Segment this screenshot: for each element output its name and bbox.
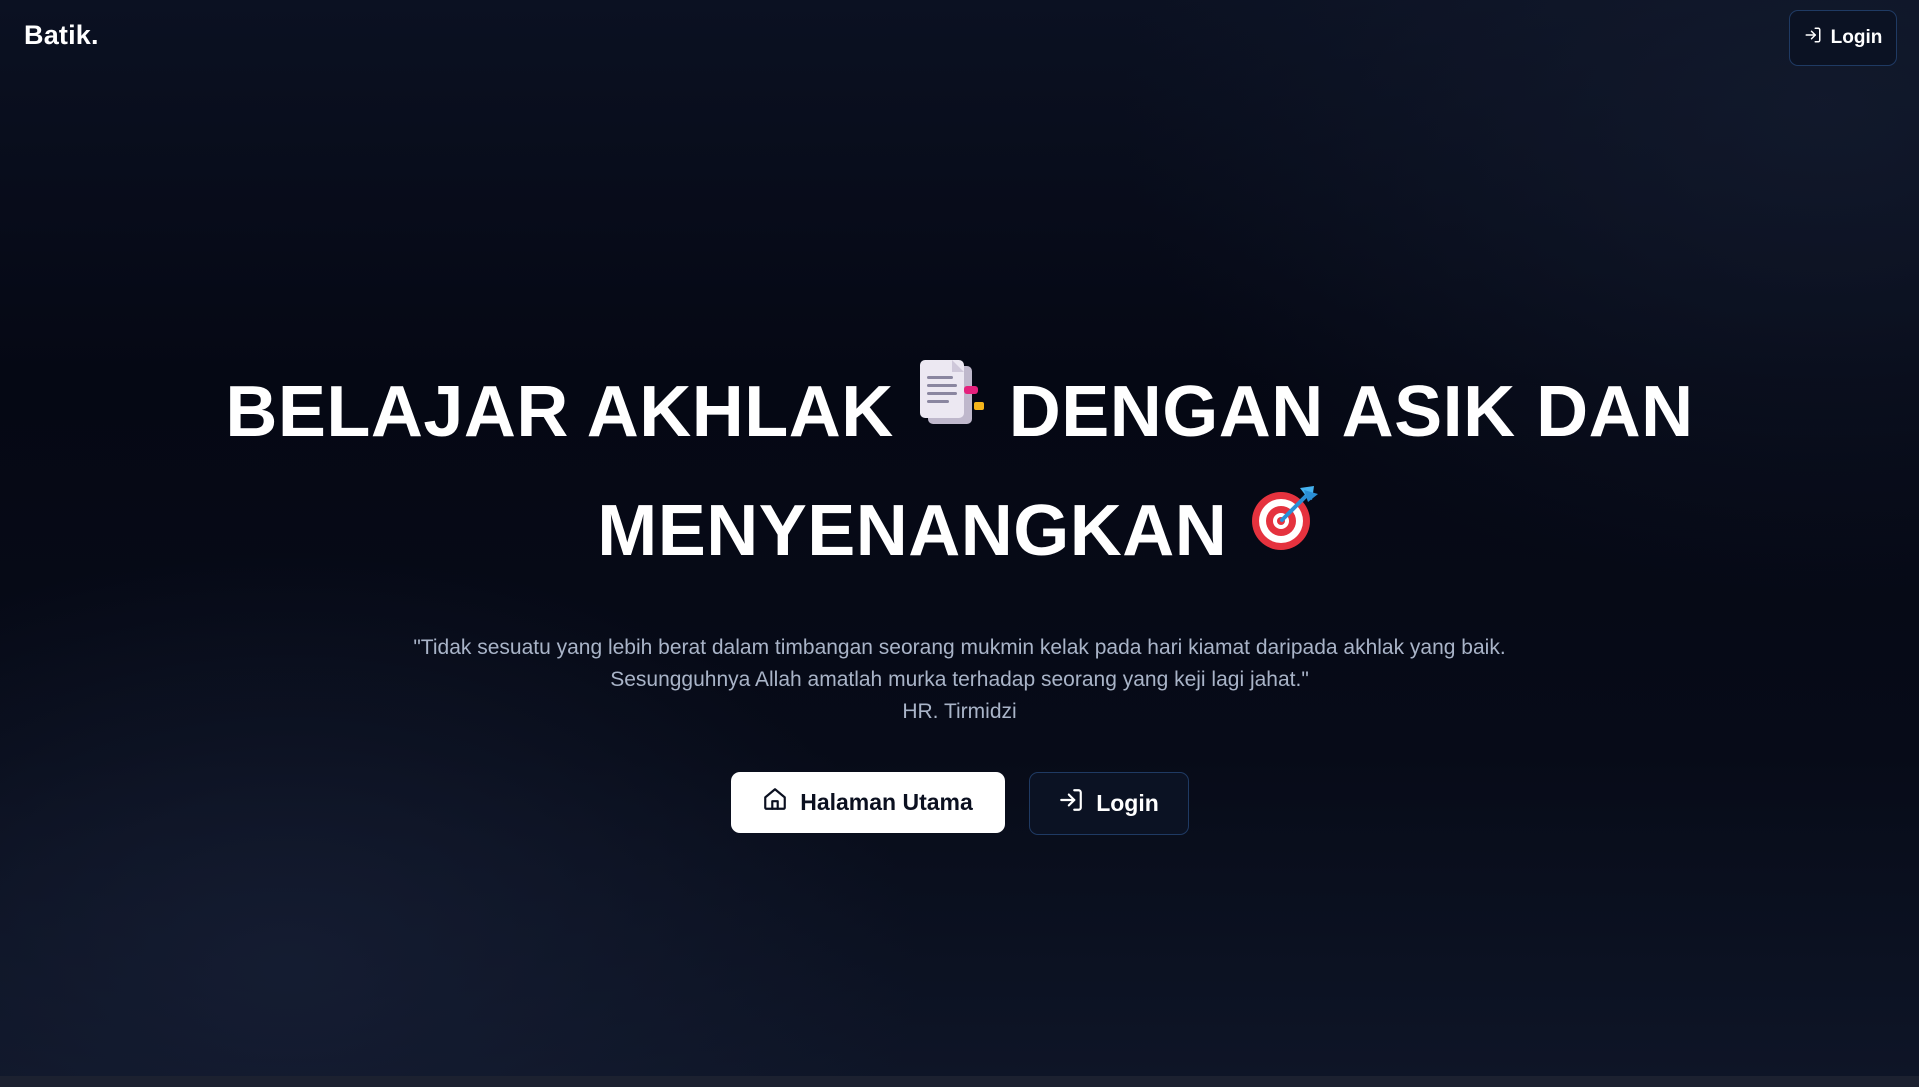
hero-login-button[interactable]: Login bbox=[1028, 771, 1189, 835]
quote-text: "Tidak sesuatu yang lebih berat dalam ti… bbox=[413, 635, 1506, 691]
quote-source: HR. Tirmidzi bbox=[902, 699, 1017, 723]
login-arrow-icon bbox=[1804, 26, 1822, 50]
home-button[interactable]: Halaman Utama bbox=[730, 771, 1005, 833]
hadith-quote: "Tidak sesuatu yang lebih berat dalam ti… bbox=[390, 632, 1530, 728]
nav-login-label: Login bbox=[1830, 27, 1883, 48]
brand-logo[interactable]: Batik. bbox=[24, 20, 99, 51]
home-button-label: Halaman Utama bbox=[800, 788, 973, 815]
login-arrow-icon bbox=[1058, 787, 1084, 819]
headline-part-1: BELAJAR AKHLAK bbox=[225, 372, 894, 452]
hero-actions: Halaman Utama Login bbox=[0, 771, 1919, 835]
hero-headline: BELAJAR AKHLAK DENGAN ASIK DAN MENYENANG… bbox=[210, 355, 1710, 594]
nav-login-button[interactable]: Login bbox=[1789, 10, 1897, 66]
headline-part-3: MENYENANGKAN bbox=[597, 491, 1228, 572]
headline-part-2: DENGAN ASIK DAN bbox=[1008, 372, 1694, 452]
target-dart-emoji-icon bbox=[1248, 473, 1322, 588]
home-icon bbox=[762, 786, 788, 818]
document-emoji-icon bbox=[914, 353, 988, 468]
bottom-strip bbox=[0, 1076, 1919, 1087]
hero-section: BELAJAR AKHLAK DENGAN ASIK DAN MENYENANG… bbox=[0, 355, 1919, 835]
hero-login-label: Login bbox=[1096, 789, 1159, 816]
